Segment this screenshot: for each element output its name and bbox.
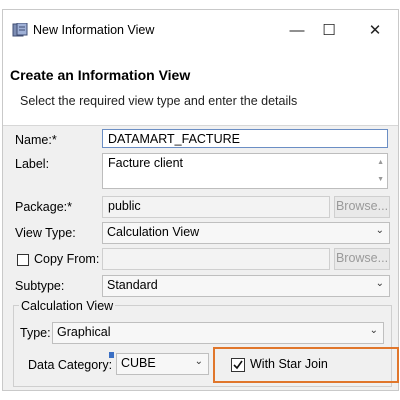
info-icon [109, 352, 114, 358]
copy-from-browse-button: Browse... [334, 248, 390, 270]
close-icon[interactable]: ✕ [361, 17, 389, 43]
data-category-label: Data Category: [28, 358, 113, 372]
type-select[interactable]: Graphical ⌄ [52, 322, 384, 344]
package-label: Package:* [15, 200, 72, 214]
star-join-checkbox[interactable] [231, 358, 245, 372]
chevron-down-icon: ⌄ [375, 278, 384, 289]
minimize-icon[interactable]: — [283, 17, 311, 43]
package-browse-button[interactable]: Browse... [334, 196, 390, 218]
view-type-value: Calculation View [107, 225, 200, 239]
maximize-icon[interactable]: ☐ [315, 17, 343, 43]
copy-from-checkbox[interactable] [17, 254, 29, 266]
chevron-down-icon: ⌄ [369, 325, 378, 336]
checkmark-icon [233, 360, 243, 370]
view-type-select[interactable]: Calculation View ⌄ [102, 222, 390, 244]
name-input[interactable]: DATAMART_FACTURE [102, 129, 388, 148]
label-value: Facture client [108, 156, 184, 170]
dialog-window: New Information View — ☐ ✕ Create an Inf… [2, 9, 399, 391]
view-type-label: View Type: [15, 226, 76, 240]
label-label: Label: [15, 157, 50, 171]
copy-from-input [102, 248, 330, 270]
label-textarea[interactable]: Facture client ▲ ▼ [102, 153, 388, 189]
subtype-select[interactable]: Standard ⌄ [102, 275, 390, 297]
subtype-label: Subtype: [15, 279, 65, 293]
subtype-value: Standard [107, 278, 158, 292]
scroll-down-icon[interactable]: ▼ [377, 175, 384, 184]
dialog-header: Create an Information View Select the re… [3, 50, 398, 126]
data-category-value: CUBE [121, 356, 156, 370]
star-join-label: With Star Join [250, 357, 328, 371]
window-title: New Information View [33, 23, 155, 37]
chevron-down-icon: ⌄ [194, 356, 203, 367]
page-title: Create an Information View [10, 67, 191, 83]
package-input[interactable]: public [102, 196, 330, 218]
title-bar: New Information View — ☐ ✕ [3, 10, 398, 50]
info-view-icon [12, 23, 28, 37]
page-subtitle: Select the required view type and enter … [20, 94, 298, 108]
name-label: Name:* [15, 133, 57, 147]
type-value: Graphical [57, 325, 111, 339]
copy-from-label: Copy From: [34, 252, 100, 266]
scroll-up-icon[interactable]: ▲ [377, 158, 384, 167]
chevron-down-icon: ⌄ [375, 225, 384, 236]
calculation-view-group-label: Calculation View [19, 299, 116, 313]
data-category-select[interactable]: CUBE ⌄ [116, 353, 209, 375]
type-label: Type: [20, 326, 51, 340]
